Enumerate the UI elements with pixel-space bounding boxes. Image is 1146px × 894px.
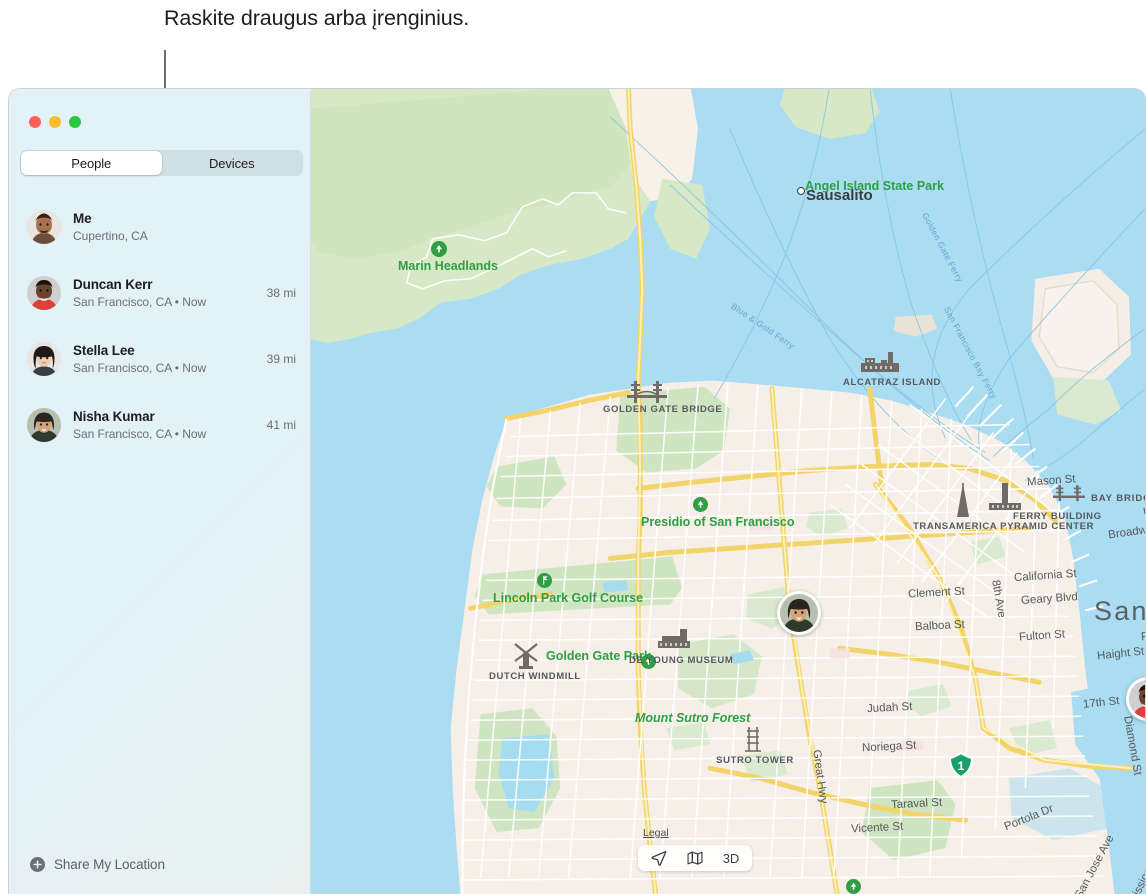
legal-link[interactable]: Legal [643, 827, 669, 839]
avatar [27, 408, 61, 442]
list-item[interactable]: Nisha Kumar San Francisco, CA • Now 41 m… [9, 397, 310, 453]
map-mode-toolbar: 3D [638, 845, 752, 871]
plus-circle-icon [30, 857, 45, 872]
share-my-location-label: Share My Location [54, 857, 165, 872]
window-traffic-lights [29, 116, 81, 128]
tab-devices[interactable]: Devices [162, 151, 303, 175]
person-location: Cupertino, CA [73, 228, 288, 245]
map-basemap [311, 89, 1145, 894]
list-item[interactable]: Stella Lee San Francisco, CA • Now 39 mi [9, 331, 310, 387]
people-list: Me Cupertino, CA [9, 199, 310, 463]
person-distance: 38 mi [259, 286, 296, 300]
segmented-tab-control: People Devices [20, 150, 303, 176]
person-location: San Francisco, CA • Now [73, 360, 259, 377]
list-item[interactable]: Me Cupertino, CA [9, 199, 310, 255]
close-button[interactable] [29, 116, 41, 128]
list-item[interactable]: Duncan Kerr San Francisco, CA • Now 38 m… [9, 265, 310, 321]
person-name: Duncan Kerr [73, 276, 259, 293]
person-name: Me [73, 210, 288, 227]
person-name: Nisha Kumar [73, 408, 259, 425]
avatar [780, 594, 818, 632]
avatar [27, 210, 61, 244]
tab-people[interactable]: People [21, 151, 162, 175]
find-my-window: People Devices [8, 88, 1146, 894]
zoom-button[interactable] [69, 116, 81, 128]
person-name: Stella Lee [73, 342, 259, 359]
map-style-icon[interactable] [678, 847, 712, 869]
three-d-button[interactable]: 3D [714, 847, 748, 869]
callout-text: Raskite draugus arba įrenginius. [164, 2, 494, 35]
locate-icon[interactable] [642, 847, 676, 869]
avatar [1129, 680, 1145, 718]
avatar [27, 276, 61, 310]
map-canvas[interactable]: Sausalito Marin Headlands Angel Island S… [311, 89, 1145, 894]
person-distance: 39 mi [259, 352, 296, 366]
person-distance: 41 mi [259, 418, 296, 432]
avatar [27, 342, 61, 376]
share-my-location-button[interactable]: Share My Location [30, 857, 165, 872]
person-location: San Francisco, CA • Now [73, 426, 259, 443]
minimize-button[interactable] [49, 116, 61, 128]
sidebar: People Devices [9, 89, 311, 894]
map-pin-nisha-kumar[interactable] [777, 591, 821, 635]
person-location: San Francisco, CA • Now [73, 294, 259, 311]
